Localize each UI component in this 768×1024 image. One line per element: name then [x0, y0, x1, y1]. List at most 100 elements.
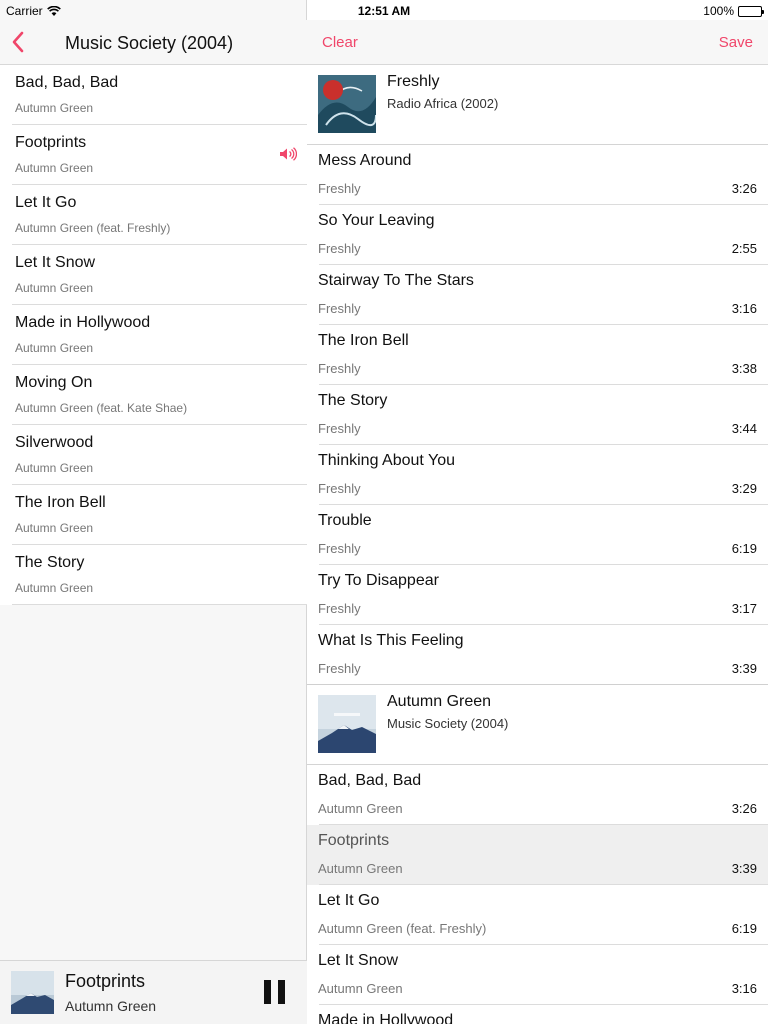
- status-right: 100%: [703, 4, 764, 18]
- battery-icon: [738, 5, 764, 17]
- save-button[interactable]: Save: [719, 34, 753, 51]
- queue-pane: Clear Save Freshly Radio Africa (2002) M…: [307, 0, 768, 1024]
- status-bar: Carrier 12:51 AM 100%: [0, 0, 768, 20]
- track-artist: Autumn Green: [15, 101, 94, 115]
- table-row[interactable]: So Your Leaving Freshly 2:55: [307, 205, 768, 265]
- track-title: Made in Hollywood: [318, 1012, 454, 1024]
- list-item[interactable]: Silverwood Autumn Green: [0, 425, 307, 485]
- now-playing-artist: Autumn Green: [65, 998, 157, 1014]
- track-artist: Autumn Green (feat. Freshly): [15, 221, 171, 235]
- track-title: Footprints: [318, 832, 390, 849]
- track-artist: Autumn Green: [318, 981, 403, 996]
- track-title: Silverwood: [15, 434, 94, 451]
- album-tracks-pane: Music Society (2004) Bad, Bad, Bad Autum…: [0, 0, 307, 1024]
- track-duration: 2:55: [731, 241, 757, 256]
- table-row[interactable]: Footprints Autumn Green 3:39: [307, 825, 768, 885]
- album-header: Freshly Radio Africa (2002): [307, 65, 768, 145]
- track-title: So Your Leaving: [318, 212, 435, 229]
- track-title: Let It Go: [15, 194, 77, 211]
- table-row[interactable]: Try To Disappear Freshly 3:17: [307, 565, 768, 625]
- album-artist: Freshly: [387, 73, 440, 90]
- track-title: Footprints: [15, 134, 87, 151]
- battery-percent: 100%: [703, 4, 734, 18]
- track-title: Mess Around: [318, 152, 412, 169]
- track-title: Let It Go: [318, 892, 380, 909]
- album-header: Autumn Green Music Society (2004): [307, 685, 768, 765]
- track-artist: Freshly: [318, 541, 361, 556]
- table-row[interactable]: Trouble Freshly 6:19: [307, 505, 768, 565]
- track-artist: Autumn Green (feat. Kate Shae): [15, 401, 188, 415]
- clear-button[interactable]: Clear: [322, 34, 358, 51]
- pause-icon: [264, 980, 271, 1004]
- table-row[interactable]: Stairway To The Stars Freshly 3:16: [307, 265, 768, 325]
- track-title: Let It Snow: [318, 952, 399, 969]
- album-artist: Autumn Green: [387, 693, 492, 710]
- list-item[interactable]: Moving On Autumn Green (feat. Kate Shae): [0, 365, 307, 425]
- table-row[interactable]: Bad, Bad, Bad Autumn Green 3:26: [307, 765, 768, 825]
- track-duration: 3:16: [731, 301, 757, 316]
- list-item[interactable]: Made in Hollywood Autumn Green: [0, 305, 307, 365]
- album-title: Music Society (2004): [65, 33, 234, 53]
- track-title: Made in Hollywood: [15, 314, 151, 331]
- album-name: Music Society (2004): [387, 716, 509, 731]
- track-artist: Autumn Green: [15, 341, 94, 355]
- track-title: Try To Disappear: [318, 572, 439, 589]
- track-artist: Freshly: [318, 241, 361, 256]
- track-artist: Autumn Green: [15, 161, 94, 175]
- track-artist: Autumn Green: [318, 861, 403, 876]
- track-title: Trouble: [318, 512, 372, 529]
- mini-player[interactable]: Footprints Autumn Green: [0, 960, 307, 1024]
- track-duration: 3:29: [731, 481, 757, 496]
- album-artwork: [11, 971, 54, 1014]
- track-duration: 6:19: [731, 541, 757, 556]
- track-title: Bad, Bad, Bad: [318, 772, 422, 789]
- track-artist: Freshly: [318, 481, 361, 496]
- table-row[interactable]: The Iron Bell Freshly 3:38: [307, 325, 768, 385]
- track-artist: Autumn Green (feat. Freshly): [318, 921, 487, 936]
- table-row[interactable]: Thinking About You Freshly 3:29: [307, 445, 768, 505]
- list-item[interactable]: Bad, Bad, Bad Autumn Green: [0, 65, 307, 125]
- track-title: The Iron Bell: [15, 494, 106, 511]
- table-row[interactable]: The Story Freshly 3:44: [307, 385, 768, 445]
- table-row[interactable]: What Is This Feeling Freshly 3:39: [307, 625, 768, 685]
- list-item[interactable]: Footprints Autumn Green: [0, 125, 307, 185]
- list-item[interactable]: The Iron Bell Autumn Green: [0, 485, 307, 545]
- track-artist: Autumn Green: [15, 281, 94, 295]
- track-artist: Freshly: [318, 661, 361, 676]
- track-title: Let It Snow: [15, 254, 96, 271]
- track-duration: 3:16: [731, 981, 757, 996]
- track-artist: Freshly: [318, 421, 361, 436]
- track-title: The Story: [15, 554, 85, 571]
- track-duration: 3:26: [731, 181, 757, 196]
- track-artist: Autumn Green: [318, 801, 403, 816]
- track-artist: Freshly: [318, 181, 361, 196]
- album-artwork: [318, 75, 376, 133]
- list-item[interactable]: Let It Snow Autumn Green: [0, 245, 307, 305]
- track-duration: 3:26: [731, 801, 757, 816]
- table-row[interactable]: Mess Around Freshly 3:26: [307, 145, 768, 205]
- track-duration: 3:38: [731, 361, 757, 376]
- track-artist: Freshly: [318, 361, 361, 376]
- speaker-icon: [280, 147, 297, 161]
- left-nav-bar: Music Society (2004): [0, 20, 307, 65]
- track-duration: 3:39: [731, 861, 757, 876]
- track-duration: 6:19: [731, 921, 757, 936]
- track-title: What Is This Feeling: [318, 632, 464, 649]
- album-artwork: [318, 695, 376, 753]
- now-playing-title: Footprints: [65, 971, 146, 991]
- back-chevron-icon[interactable]: [10, 30, 26, 54]
- list-item[interactable]: The Story Autumn Green: [0, 545, 307, 605]
- list-item[interactable]: Let It Go Autumn Green (feat. Freshly): [0, 185, 307, 245]
- table-row[interactable]: Made in Hollywood: [307, 1005, 768, 1024]
- track-duration: 3:17: [731, 601, 757, 616]
- queue-list: Freshly Radio Africa (2002) Mess Around …: [307, 65, 768, 1024]
- pause-button[interactable]: [264, 980, 286, 1004]
- table-row[interactable]: Let It Go Autumn Green (feat. Freshly) 6…: [307, 885, 768, 945]
- table-row[interactable]: Let It Snow Autumn Green 3:16: [307, 945, 768, 1005]
- track-title: Moving On: [15, 374, 93, 391]
- track-duration: 3:44: [731, 421, 757, 436]
- track-duration: 3:39: [731, 661, 757, 676]
- track-artist: Autumn Green: [15, 581, 94, 595]
- right-nav-bar: Clear Save: [307, 20, 768, 65]
- track-title: Thinking About You: [318, 452, 456, 469]
